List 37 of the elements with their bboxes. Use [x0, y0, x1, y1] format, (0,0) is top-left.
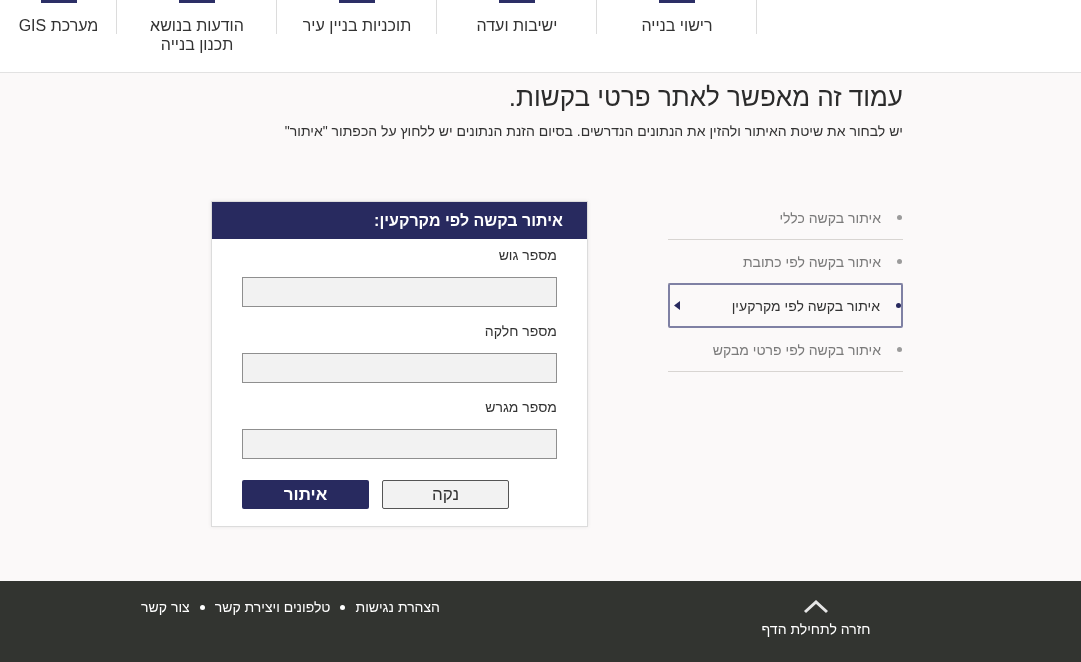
footer-link[interactable]: הצהרת נגישות: [355, 598, 440, 616]
nav-icon: [499, 0, 535, 3]
bullet-icon: [896, 303, 901, 308]
nav-link[interactable]: מערכת GIS: [18, 16, 99, 35]
input-field[interactable]: [242, 277, 557, 307]
nav-icon: [339, 0, 375, 3]
footer-link[interactable]: צור קשר: [141, 598, 190, 616]
bullet-icon: [897, 215, 902, 220]
bullet-icon: [199, 604, 205, 610]
caret-icon: [674, 301, 680, 310]
nav-link[interactable]: רישוי בנייה: [641, 16, 713, 35]
field-label: מספר מגרש: [484, 398, 557, 417]
nav-link[interactable]: ישיבות ועדה: [476, 16, 558, 35]
bullet-icon: [340, 604, 346, 610]
input-field[interactable]: [242, 353, 557, 383]
page-instructions: יש לבחור את שיטת האיתור ולהזין את הנתונים הנדרשים. בסיום הזנת הנתונים יש ללחוץ על הכפתור "איתור": [283, 122, 903, 140]
search-method-item[interactable]: איתור בקשה לפי פרטי מבקש: [668, 328, 903, 372]
field-label: מספר גוש: [497, 246, 557, 265]
search-method-item[interactable]: איתור בקשה לפי מקרקעין: [668, 283, 903, 328]
input-field[interactable]: [242, 429, 557, 459]
nav-link[interactable]: תוכניות בניין עיר: [302, 16, 412, 35]
nav-link[interactable]: הודעות בנושא תכנון בנייה: [137, 16, 257, 54]
search-button[interactable]: איתור: [242, 480, 369, 509]
panel-title: איתור בקשה לפי מקרקעין:: [212, 202, 587, 239]
field-label: מספר חלקה: [483, 322, 557, 341]
search-method-item[interactable]: איתור בקשה לפי כתובת: [668, 240, 903, 284]
page-title: עמוד זה מאפשר לאתר פרטי בקשות.: [507, 81, 903, 113]
footer-link[interactable]: טלפונים ויצירת קשר: [214, 598, 331, 616]
search-method-item[interactable]: איתור בקשה כללי: [668, 196, 903, 240]
bullet-icon: [897, 347, 902, 352]
back-to-top-link[interactable]: חזרה לתחילת הדף: [756, 581, 876, 638]
bullet-icon: [897, 259, 902, 264]
chevron-up-icon: [803, 600, 829, 614]
nav-icon: [40, 0, 77, 3]
nav-icon: [659, 0, 695, 3]
nav-icon: [179, 0, 215, 3]
clear-button[interactable]: נקה: [382, 480, 509, 509]
